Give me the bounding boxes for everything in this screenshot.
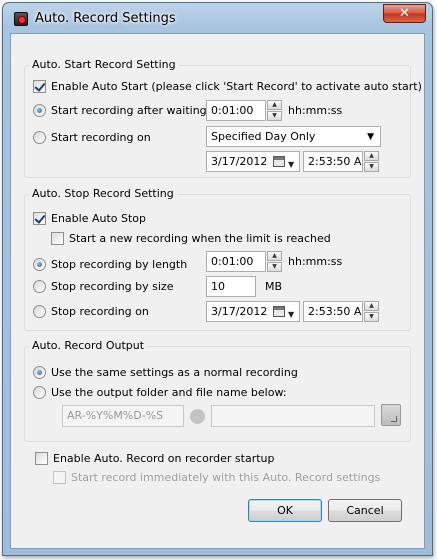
spin-down-icon[interactable]: ▼ <box>364 162 379 172</box>
record-output-group: Auto. Record Output Use the same setting… <box>24 339 411 442</box>
start-date-picker[interactable]: 3/17/2012 ▼ <box>206 151 300 172</box>
start-after-waiting-label[interactable]: Start recording after waiting <box>51 104 207 117</box>
output-folder-input[interactable] <box>211 405 375 427</box>
stop-time-input[interactable]: 2:53:50 AM <box>303 301 363 322</box>
calendar-icon[interactable] <box>273 306 285 317</box>
stop-size-unit: MB <box>265 280 283 293</box>
wait-time-unit: hh:mm:ss <box>288 104 343 117</box>
app-record-icon <box>14 12 28 26</box>
spin-up-icon[interactable]: ▲ <box>267 251 282 261</box>
dialog-window: Auto. Record Settings ✕ Auto. Start Reco… <box>2 2 433 556</box>
start-immediately-label[interactable]: Start record immediately with this Auto.… <box>71 471 380 484</box>
stop-date-picker[interactable]: 3/17/2012 ▼ <box>206 301 300 322</box>
stop-length-input[interactable]: 0:01:00 <box>206 251 266 272</box>
same-settings-label[interactable]: Use the same settings as a normal record… <box>51 366 298 379</box>
stop-length-unit: hh:mm:ss <box>288 255 343 268</box>
spin-down-icon[interactable]: ▼ <box>364 312 379 322</box>
close-button[interactable]: ✕ <box>383 4 426 23</box>
stop-by-length-radio[interactable] <box>33 258 46 271</box>
stop-by-size-radio[interactable] <box>33 280 46 293</box>
stop-on-radio[interactable] <box>33 305 46 318</box>
start-schedule-select[interactable]: Specified Day Only ▼ <box>206 126 381 147</box>
start-time-input[interactable]: 2:53:50 AM <box>303 151 363 172</box>
new-recording-label[interactable]: Start a new recording when the limit is … <box>69 232 331 245</box>
spin-up-icon[interactable]: ▲ <box>364 151 379 161</box>
stop-on-label[interactable]: Stop recording on <box>51 305 149 318</box>
ok-button[interactable]: OK <box>248 499 322 522</box>
custom-output-label[interactable]: Use the output folder and file name belo… <box>51 386 287 399</box>
stop-by-size-label[interactable]: Stop recording by size <box>51 280 173 293</box>
start-after-waiting-radio[interactable] <box>33 104 46 117</box>
enable-auto-stop-label[interactable]: Enable Auto Stop <box>51 212 146 225</box>
new-recording-checkbox[interactable] <box>51 232 64 245</box>
stop-length-stepper[interactable]: ▲ ▼ <box>267 251 282 272</box>
dialog-client: Auto. Start Record Setting Enable Auto S… <box>10 33 425 549</box>
spin-up-icon[interactable]: ▲ <box>267 100 282 110</box>
stop-group-title: Auto. Stop Record Setting <box>29 187 177 200</box>
chevron-down-icon[interactable]: ▼ <box>367 128 374 147</box>
wait-time-input[interactable]: 0:01:00 <box>206 100 266 121</box>
same-settings-radio[interactable] <box>33 366 46 379</box>
window-title: Auto. Record Settings <box>35 11 176 26</box>
stop-time-stepper[interactable]: ▲ ▼ <box>364 301 379 322</box>
start-date-value: 3/17/2012 <box>211 155 268 168</box>
spin-down-icon[interactable]: ▼ <box>267 262 282 272</box>
stop-date-value: 3/17/2012 <box>211 305 268 318</box>
output-group-title: Auto. Record Output <box>29 339 148 352</box>
spin-up-icon[interactable]: ▲ <box>364 301 379 311</box>
start-immediately-checkbox[interactable] <box>53 471 66 484</box>
start-on-label[interactable]: Start recording on <box>51 131 151 144</box>
filename-pattern-input[interactable]: AR-%Y%M%D-%S <box>62 405 184 427</box>
calendar-icon[interactable] <box>273 156 285 167</box>
stop-by-length-label[interactable]: Stop recording by length <box>51 258 187 271</box>
enable-auto-start-label[interactable]: Enable Auto Start (please click 'Start R… <box>51 80 422 93</box>
chevron-down-icon[interactable]: ▼ <box>288 305 294 324</box>
cancel-button[interactable]: Cancel <box>328 499 402 522</box>
title-bar[interactable]: Auto. Record Settings ✕ <box>3 3 432 35</box>
chevron-down-icon[interactable]: ▼ <box>288 155 294 174</box>
start-record-group: Auto. Start Record Setting Enable Auto S… <box>24 58 422 178</box>
record-dot-icon <box>190 409 205 424</box>
browse-folder-button[interactable] <box>381 404 401 426</box>
stop-size-input[interactable]: 10 <box>206 276 256 297</box>
start-time-stepper[interactable]: ▲ ▼ <box>364 151 379 172</box>
enable-on-startup-checkbox[interactable] <box>35 452 48 465</box>
enable-auto-stop-checkbox[interactable] <box>33 212 46 225</box>
stop-record-group: Auto. Stop Record Setting Enable Auto St… <box>24 187 411 331</box>
start-group-title: Auto. Start Record Setting <box>29 58 179 71</box>
custom-output-radio[interactable] <box>33 386 46 399</box>
start-on-radio[interactable] <box>33 131 46 144</box>
enable-auto-start-checkbox[interactable] <box>33 80 46 93</box>
enable-on-startup-label[interactable]: Enable Auto. Record on recorder startup <box>53 452 275 465</box>
spin-down-icon[interactable]: ▼ <box>267 111 282 121</box>
wait-time-stepper[interactable]: ▲ ▼ <box>267 100 282 121</box>
start-schedule-value: Specified Day Only <box>211 130 316 143</box>
